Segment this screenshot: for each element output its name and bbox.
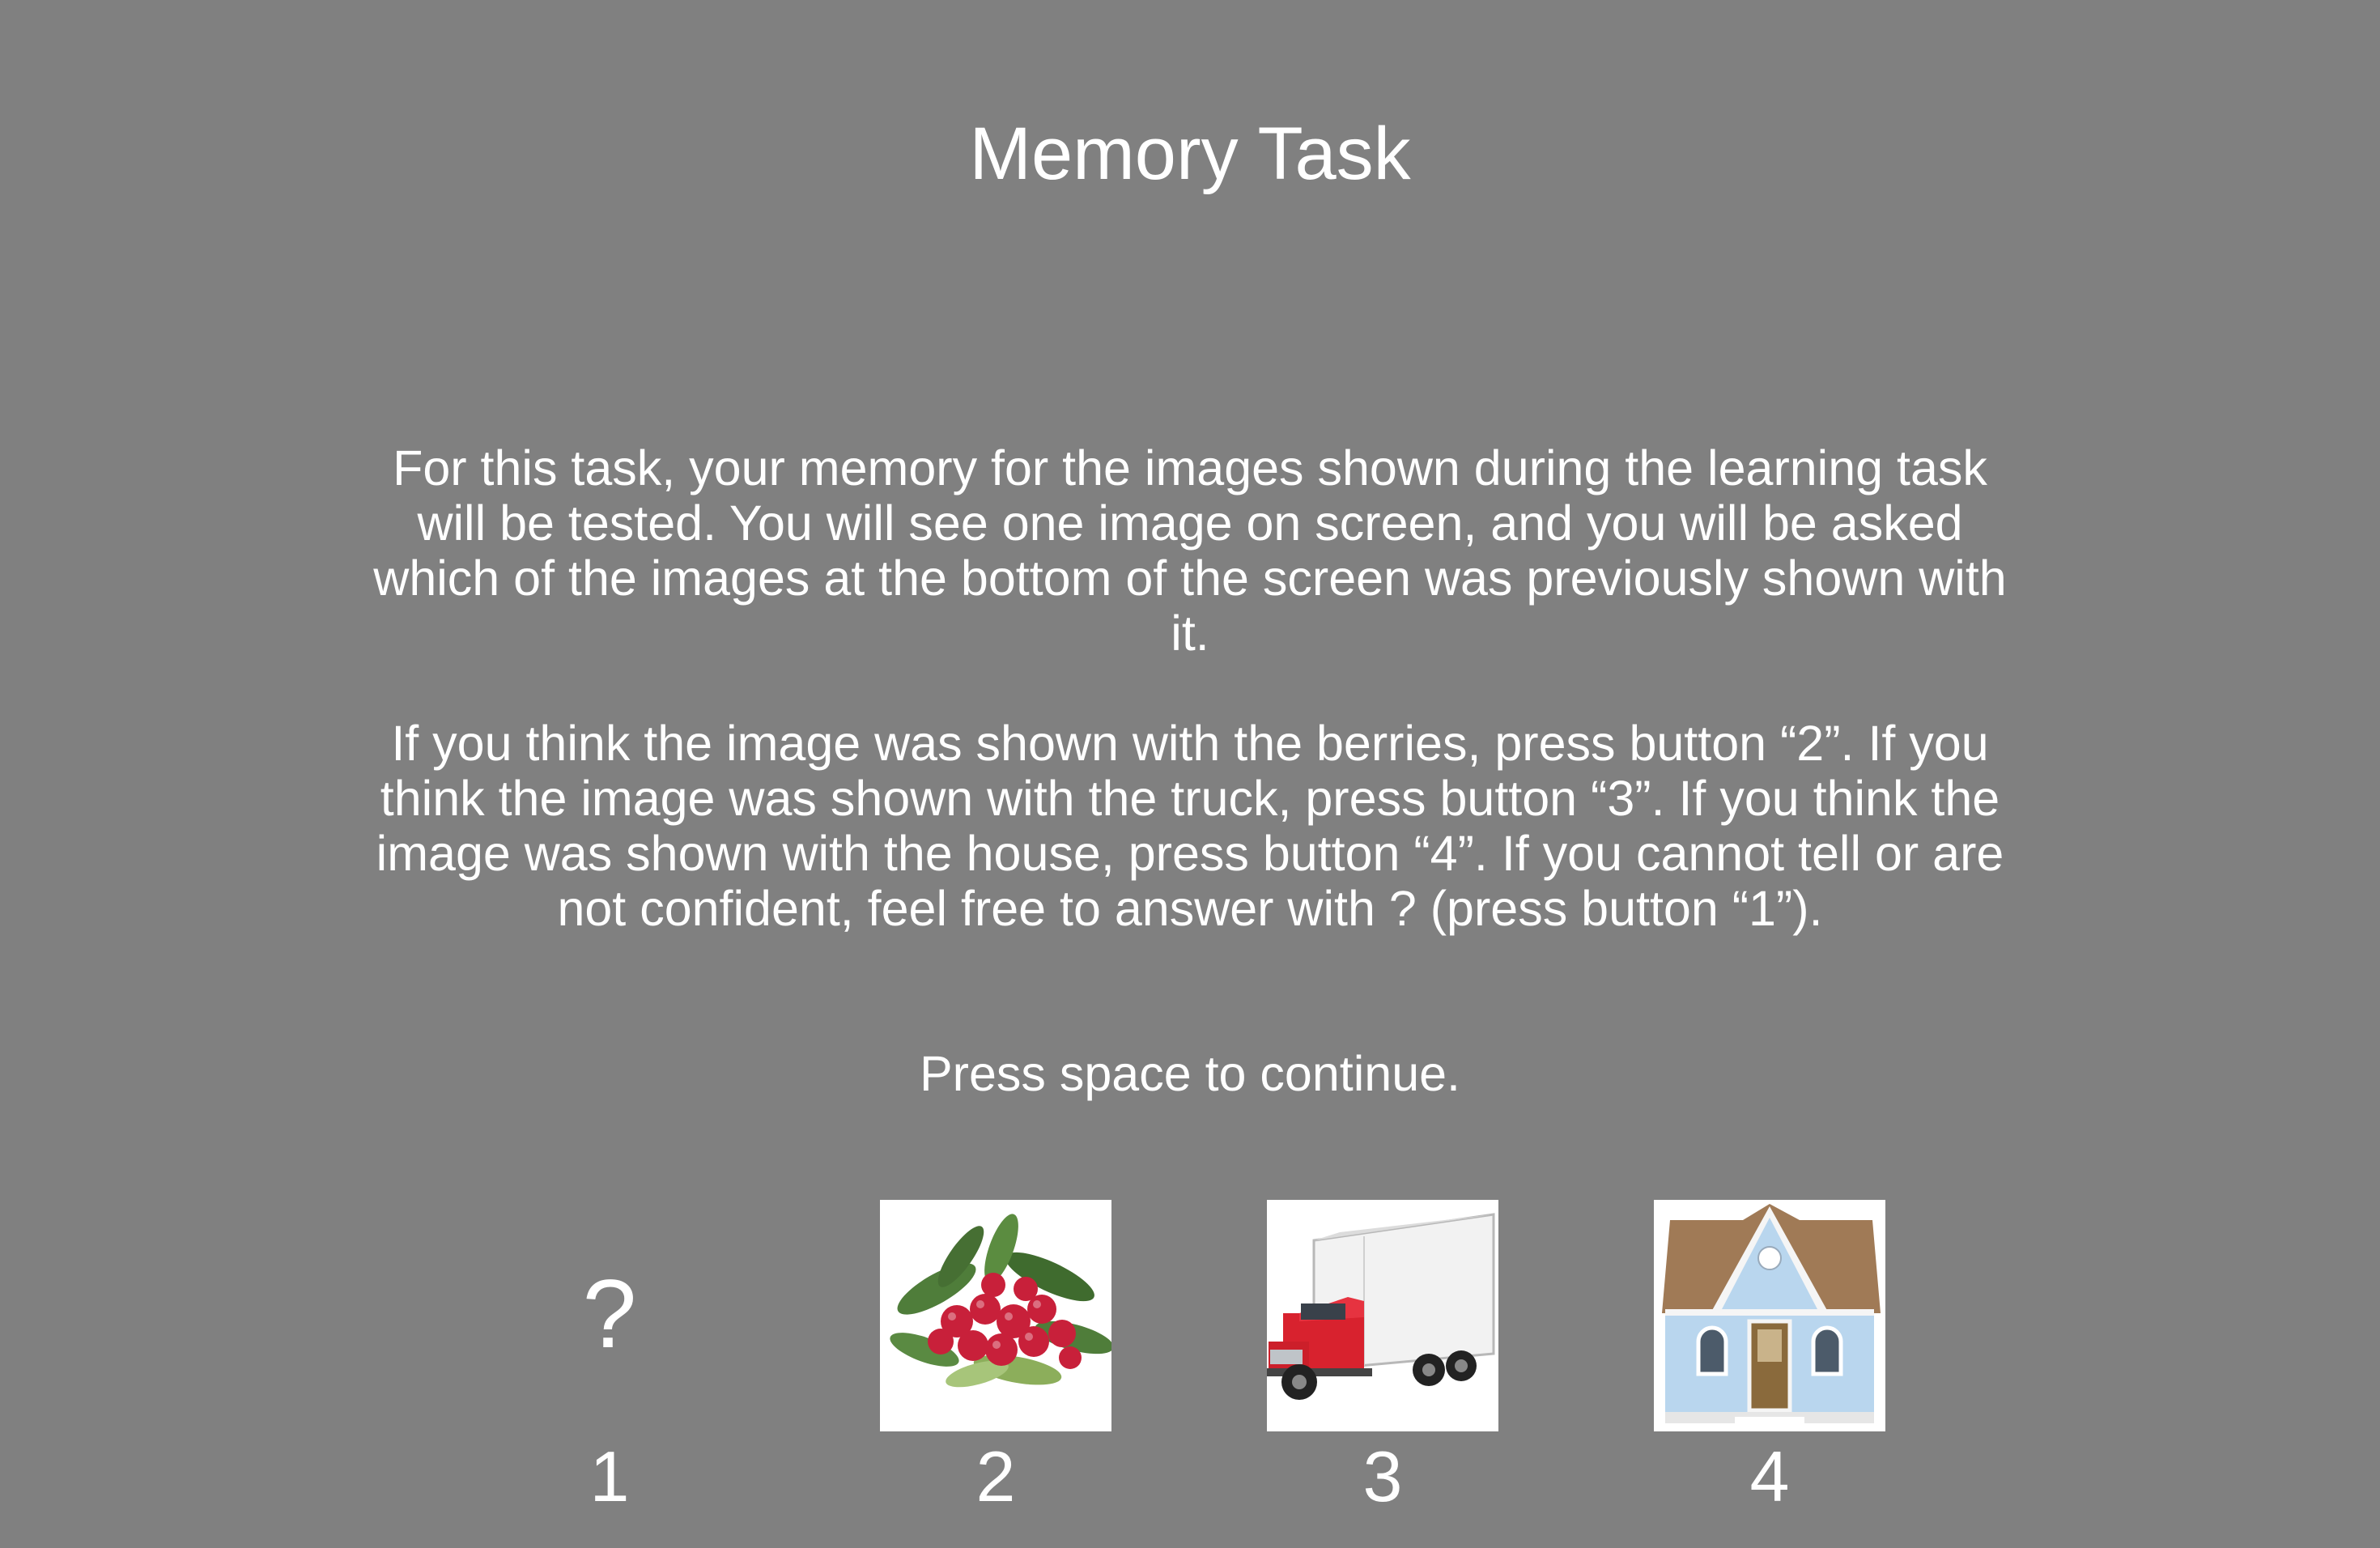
question-mark-icon: ? [582, 1260, 637, 1368]
instructions-paragraph-2: If you think the image was shown with th… [376, 716, 2004, 936]
instructions-paragraph-1: For this task, your memory for the image… [373, 440, 2007, 661]
option-truck[interactable]: 3 [1267, 1200, 1498, 1516]
option-number-1: 1 [589, 1436, 630, 1516]
option-number-2: 2 [975, 1436, 1016, 1516]
berries-image [880, 1200, 1111, 1431]
option-number-3: 3 [1362, 1436, 1403, 1516]
house-image [1654, 1200, 1885, 1431]
truck-image [1267, 1200, 1498, 1431]
option-berries[interactable]: 2 [880, 1200, 1111, 1516]
option-number-4: 4 [1749, 1436, 1790, 1516]
task-title: Memory Task [969, 113, 1411, 195]
option-unsure[interactable]: ? 1 [494, 1200, 725, 1516]
option-house[interactable]: 4 [1654, 1200, 1885, 1516]
continue-prompt: Press space to continue. [920, 1046, 1460, 1101]
